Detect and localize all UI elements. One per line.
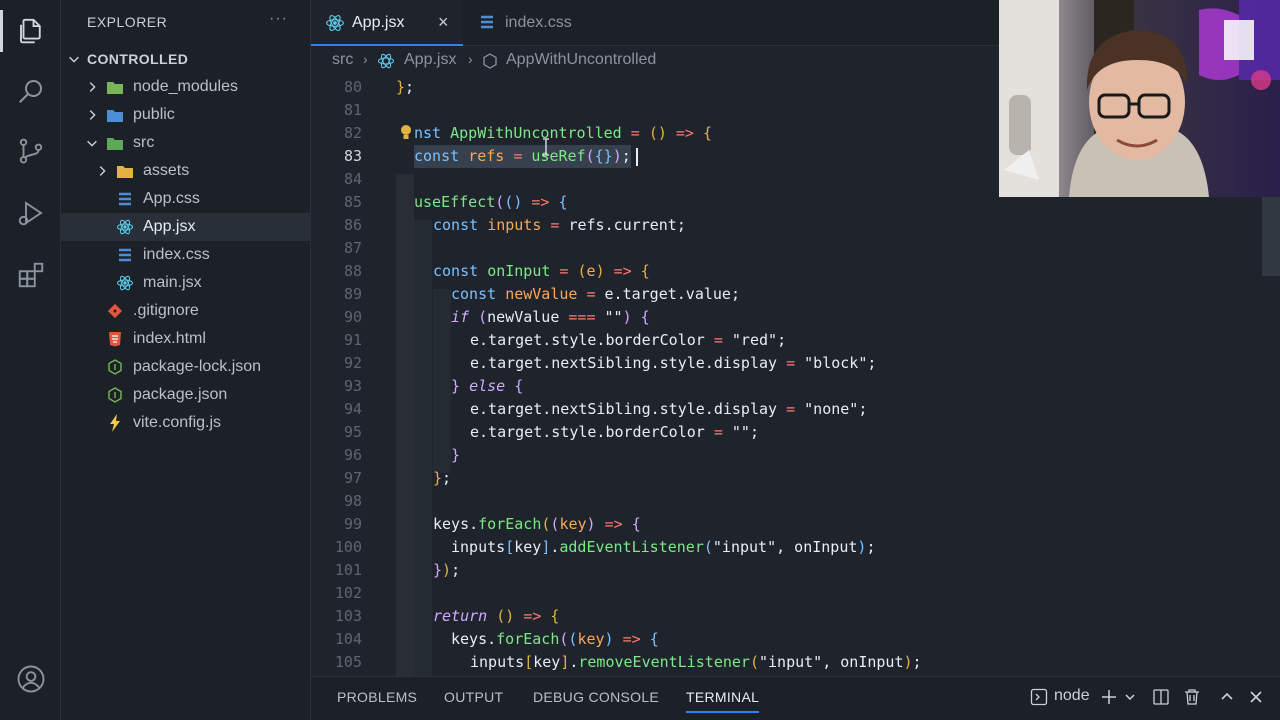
breadcrumb-separator-icon: › xyxy=(363,51,368,67)
code-line: 99 keys.forEach((key) => { xyxy=(343,515,641,533)
code-line: 90 if (newValue === "") { xyxy=(343,308,650,326)
code-line: 98 xyxy=(343,492,362,510)
tree-item-vite-config[interactable]: vite.config.js xyxy=(61,409,311,437)
code-line: 92 e.target.nextSibling.style.display = "… xyxy=(343,354,877,372)
code-line: 87 xyxy=(343,239,362,257)
breadcrumb-file[interactable]: App.jsx xyxy=(404,51,456,69)
search-icon[interactable] xyxy=(0,66,61,116)
run-debug-icon[interactable] xyxy=(0,188,61,238)
vite-icon xyxy=(106,414,124,432)
chevron-down-icon xyxy=(69,56,79,63)
activity-bar xyxy=(0,0,61,720)
symbol-method-icon xyxy=(483,53,497,69)
tab-terminal[interactable]: TERMINAL xyxy=(686,689,760,713)
terminal-name[interactable]: node xyxy=(1054,687,1090,705)
tree-item-package-lock-json[interactable]: package-lock.json xyxy=(61,353,311,381)
tree-item-public[interactable]: public xyxy=(61,101,311,129)
code-line: 89 const newValue = e.target.value; xyxy=(343,285,740,303)
close-icon[interactable]: × xyxy=(438,12,449,33)
tree-item-src[interactable]: src xyxy=(61,129,311,157)
source-control-icon[interactable] xyxy=(0,126,61,176)
tab-label: App.jsx xyxy=(352,14,405,31)
folder-icon xyxy=(116,162,134,180)
bottom-panel: PROBLEMS OUTPUT DEBUG CONSOLE TERMINAL n… xyxy=(311,676,1280,720)
tree-item-package-json[interactable]: package.json xyxy=(61,381,311,409)
extensions-icon[interactable] xyxy=(0,250,61,300)
text-cursor-icon xyxy=(543,138,549,156)
add-terminal-icon[interactable] xyxy=(1100,688,1118,706)
tree-item-app-jsx[interactable]: App.jsx xyxy=(61,213,311,241)
code-line: 93} else { xyxy=(343,377,524,395)
code-line: 96} xyxy=(343,446,461,464)
code-line: 95 e.target.style.borderColor = ""; xyxy=(343,423,759,441)
code-line: 97}; xyxy=(343,469,452,487)
trash-icon[interactable] xyxy=(1184,688,1200,706)
chevron-right-icon xyxy=(89,82,96,92)
code-line: 100 inputs[key].addEventListener("input",… xyxy=(334,538,876,556)
code-line: 94 e.target.nextSibling.style.display = "… xyxy=(343,400,868,418)
webcam-video xyxy=(999,0,1280,197)
explorer-sidebar: EXPLORER ··· CONTROLLED node_modules pub… xyxy=(61,0,311,720)
tree-item-node-modules[interactable]: node_modules xyxy=(61,73,311,101)
breadcrumb-symbol[interactable]: AppWithUncontrolled xyxy=(506,51,656,69)
tree-item-app-css[interactable]: App.css xyxy=(61,185,311,213)
react-file-icon xyxy=(116,218,134,236)
code-line: 104 keys.forEach((key) => { xyxy=(334,630,659,648)
tree-item-main-jsx[interactable]: main.jsx xyxy=(61,269,311,297)
folder-public-icon xyxy=(106,106,124,124)
explorer-title: EXPLORER xyxy=(87,14,168,30)
code-line: 105 inputs[key].removeEventListener("inpu… xyxy=(334,653,922,671)
account-icon[interactable] xyxy=(0,654,61,704)
code-line: 101}); xyxy=(334,561,461,579)
node-package-icon xyxy=(106,358,124,376)
tab-index-css[interactable]: index.css xyxy=(463,0,603,46)
lightbulb-icon[interactable] xyxy=(399,124,413,142)
chevron-up-icon[interactable] xyxy=(1220,690,1234,702)
code-line: 91 e.target.style.borderColor = "red"; xyxy=(343,331,787,349)
folder-node-icon xyxy=(106,78,124,96)
tree-item-assets[interactable]: assets xyxy=(61,157,311,185)
split-terminal-icon[interactable] xyxy=(1152,688,1170,706)
tab-problems[interactable]: PROBLEMS xyxy=(337,689,417,705)
webcam-overlay xyxy=(999,0,1280,197)
tab-label: index.css xyxy=(505,14,572,31)
breadcrumb-separator-icon: › xyxy=(468,51,473,67)
code-line: 103 return () => { xyxy=(334,607,560,625)
close-icon[interactable] xyxy=(1249,690,1263,704)
tree-item-index-css[interactable]: index.css xyxy=(61,241,311,269)
workspace-name: CONTROLLED xyxy=(87,51,189,67)
react-file-icon xyxy=(116,274,134,292)
code-line: 102 xyxy=(334,584,362,602)
tree-item-index-html[interactable]: index.html xyxy=(61,325,311,353)
node-package-icon xyxy=(106,386,124,404)
tab-app-jsx[interactable]: App.jsx × xyxy=(311,0,463,46)
chevron-down-icon xyxy=(87,140,97,147)
workspace-section[interactable]: CONTROLLED xyxy=(61,46,311,72)
chevron-right-icon xyxy=(89,110,96,120)
react-file-icon xyxy=(377,53,395,69)
html-file-icon xyxy=(106,330,124,348)
css-file-icon xyxy=(116,190,134,208)
code-line: 88 const onInput = (e) => { xyxy=(343,262,650,280)
tab-debug-console[interactable]: DEBUG CONSOLE xyxy=(533,689,659,705)
tree-item-gitignore[interactable]: .gitignore xyxy=(61,297,311,325)
css-file-icon xyxy=(481,15,493,29)
breadcrumb-src[interactable]: src xyxy=(332,51,353,69)
code-line: 86 const inputs = refs.current; xyxy=(343,216,686,234)
chevron-right-icon xyxy=(99,166,106,176)
css-file-icon xyxy=(116,246,134,264)
git-icon xyxy=(106,302,124,320)
more-actions-icon[interactable]: ··· xyxy=(269,10,288,28)
terminal-icon xyxy=(1030,688,1048,706)
editor-tabs: App.jsx × index.css xyxy=(311,0,1000,46)
react-file-icon xyxy=(326,15,344,31)
tab-output[interactable]: OUTPUT xyxy=(444,689,503,705)
files-icon[interactable] xyxy=(0,6,61,56)
chevron-down-icon[interactable] xyxy=(1124,692,1136,702)
folder-src-icon xyxy=(106,134,124,152)
